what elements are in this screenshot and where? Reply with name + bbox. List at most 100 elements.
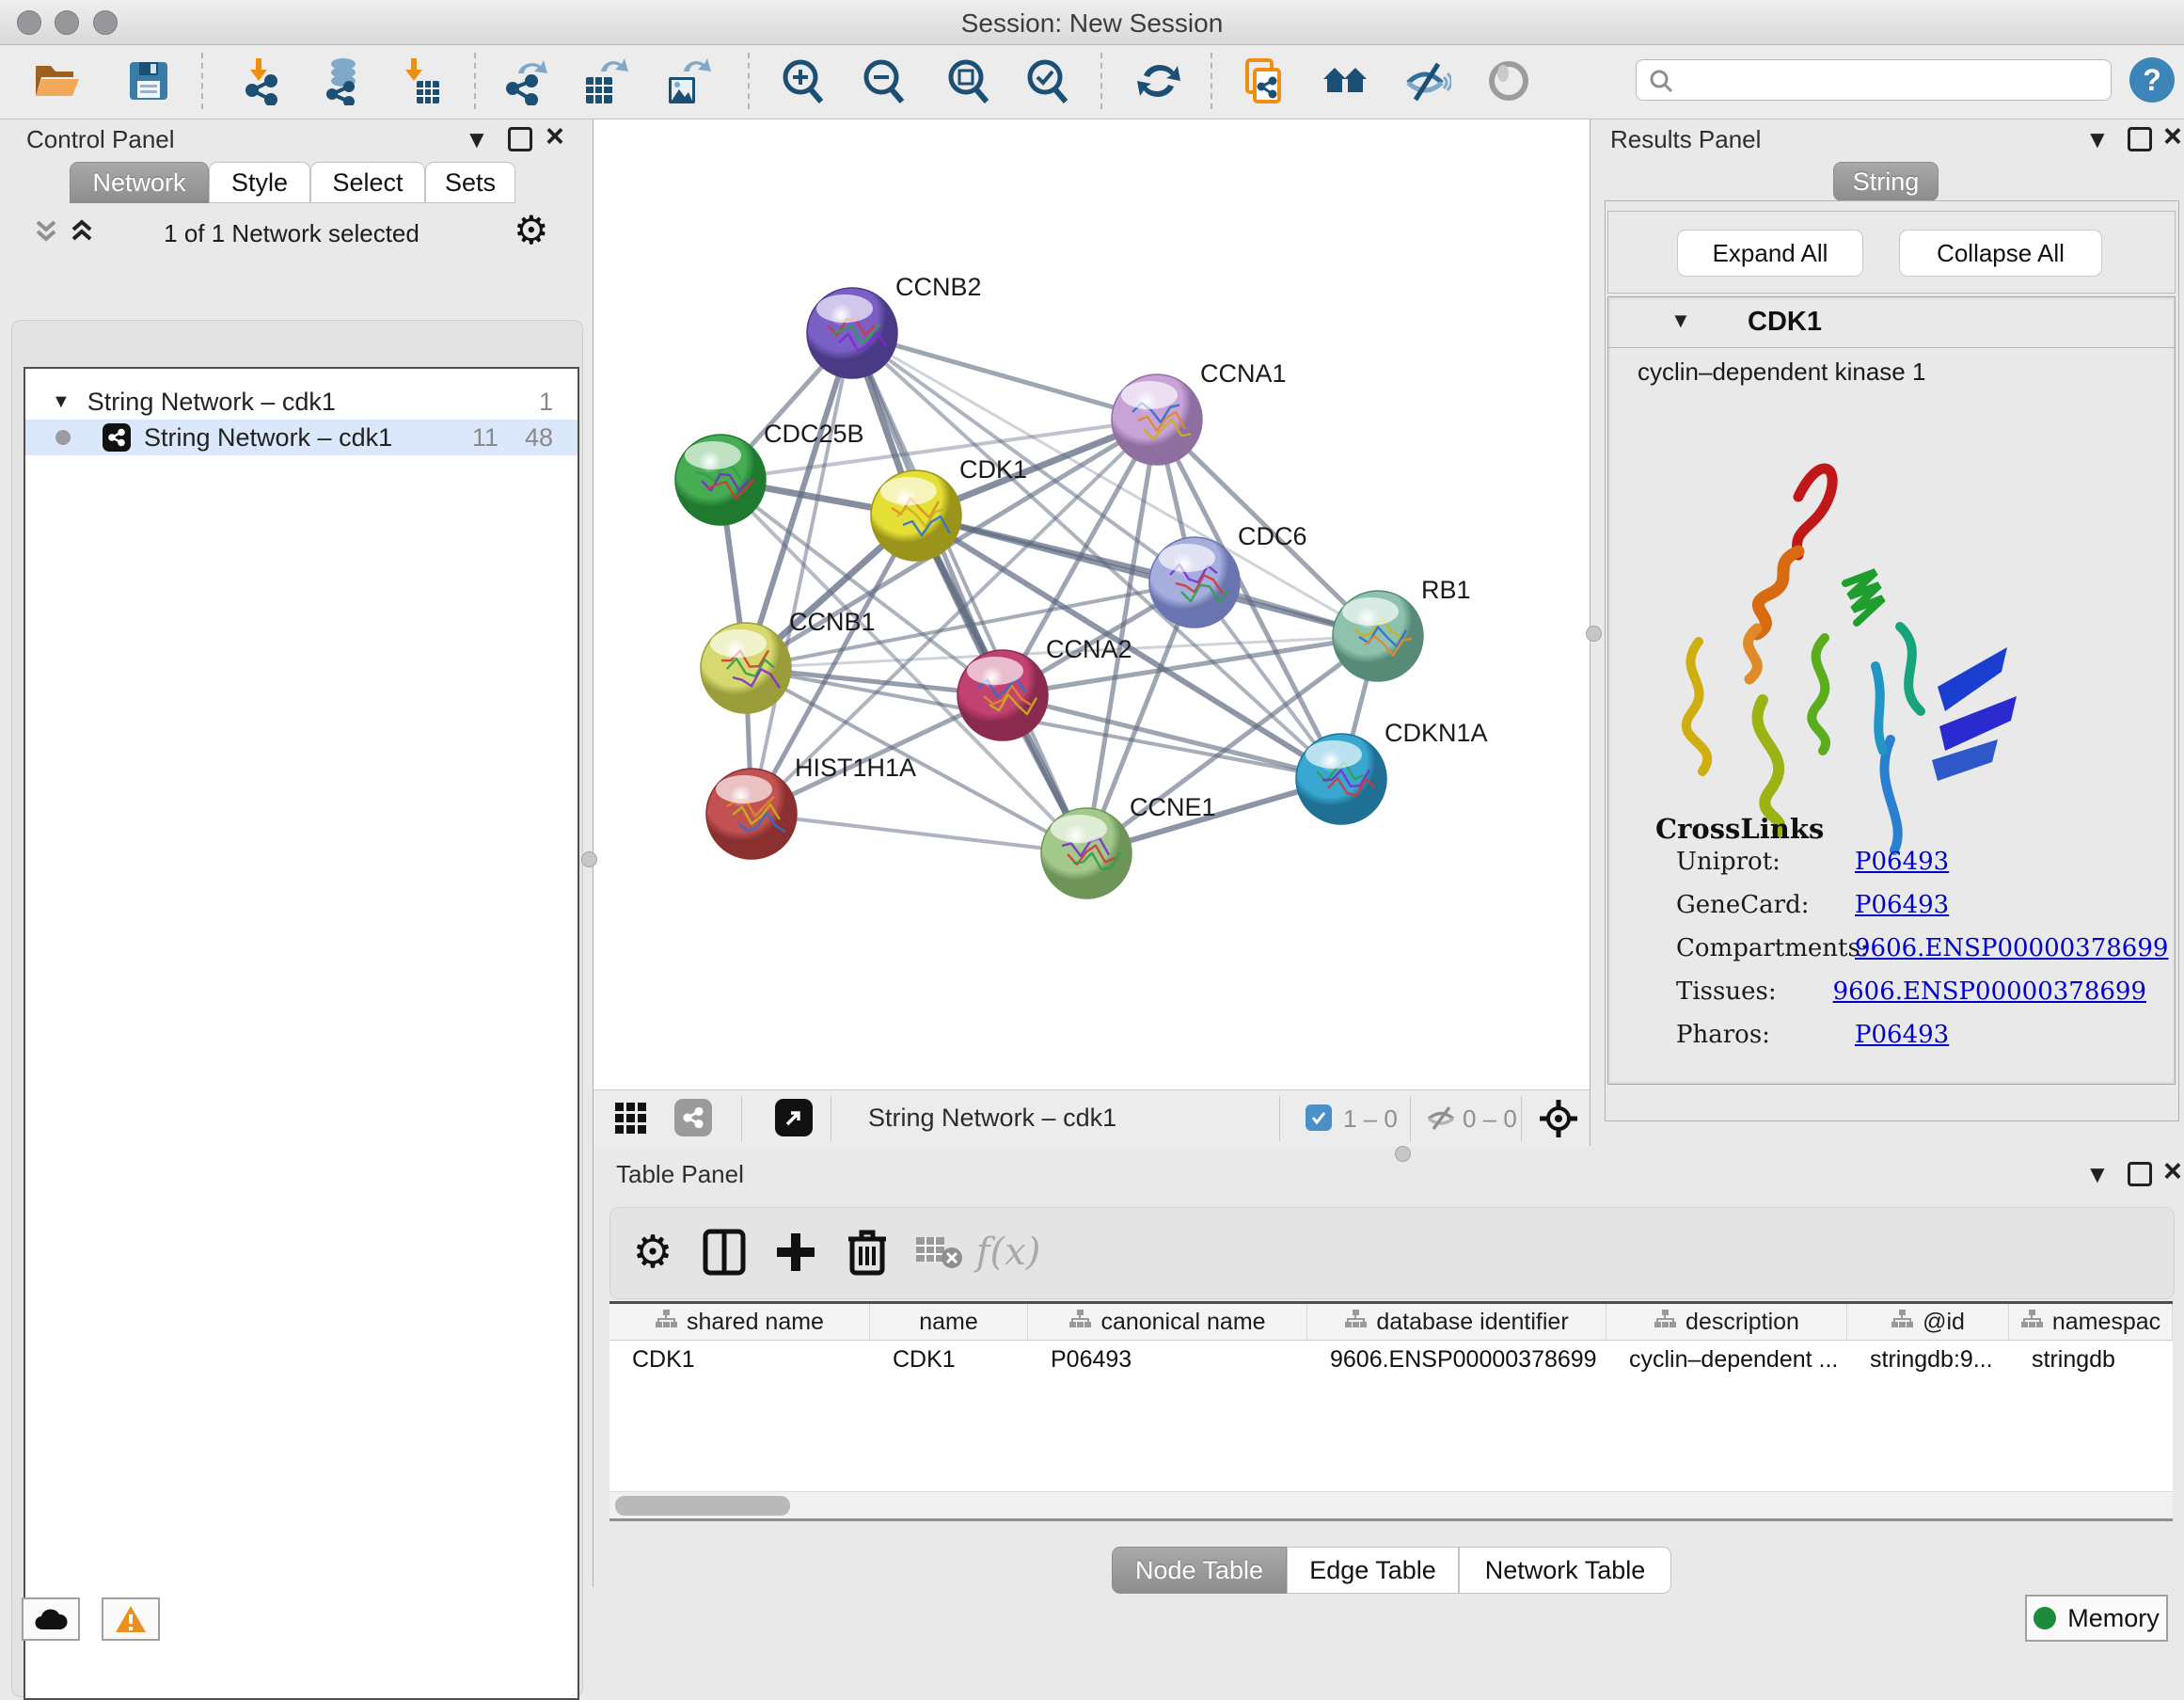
- search-input[interactable]: [1636, 59, 2112, 101]
- control-panel-close-icon[interactable]: ×: [546, 127, 564, 146]
- network-tree-root-row[interactable]: ▼ String Network – cdk1 1: [25, 384, 578, 420]
- results-panel-menu-icon[interactable]: ▼: [2085, 125, 2110, 154]
- warning-status-button[interactable]: [102, 1597, 160, 1641]
- collapse-all-button[interactable]: Collapse All: [1899, 230, 2102, 277]
- open-in-window-icon[interactable]: [775, 1099, 813, 1136]
- network-edge-CCNE1-HIST1H1A[interactable]: [752, 814, 1086, 853]
- tab-edge-table[interactable]: Edge Table: [1287, 1547, 1459, 1594]
- network-node-CCNB1[interactable]: CCNB1: [701, 608, 876, 713]
- zoom-fit-icon[interactable]: [941, 54, 995, 108]
- network-node-CCNA1[interactable]: CCNA1: [1112, 359, 1287, 465]
- apply-layout-icon[interactable]: [1132, 54, 1186, 108]
- grid-view-icon[interactable]: [614, 1102, 648, 1140]
- tab-sets[interactable]: Sets: [425, 162, 515, 203]
- clone-network-icon[interactable]: [1237, 54, 1291, 108]
- tree-expand-icon[interactable]: ▼: [52, 391, 71, 413]
- table-cell[interactable]: CDK1: [870, 1341, 1028, 1378]
- memory-button[interactable]: Memory: [2025, 1595, 2168, 1642]
- open-file-icon[interactable]: [29, 54, 84, 108]
- tab-node-table[interactable]: Node Table: [1112, 1547, 1287, 1594]
- column-header--id[interactable]: @id: [1847, 1304, 2009, 1340]
- network-node-CDKN1A[interactable]: CDKN1A: [1296, 719, 1488, 824]
- cloud-status-button[interactable]: [22, 1597, 80, 1641]
- table-cell[interactable]: CDK1: [609, 1341, 870, 1378]
- import-network-database-icon[interactable]: [316, 54, 371, 108]
- birds-eye-view-icon[interactable]: [1538, 1098, 1579, 1144]
- results-panel-float-icon[interactable]: [2128, 127, 2152, 151]
- network-canvas[interactable]: CCNB2CCNA1CDC25BCDK1CDC6RB1CCNB1CCNA2CDK…: [593, 119, 1590, 1089]
- table-panel-close-icon[interactable]: ×: [2163, 1162, 2182, 1181]
- footer-separator: [1279, 1096, 1280, 1141]
- table-cell[interactable]: 9606.ENSP00000378699: [1307, 1341, 1606, 1378]
- crosslink-link[interactable]: 9606.ENSP00000378699: [1855, 934, 2168, 962]
- column-header-namespac[interactable]: namespac: [2009, 1304, 2173, 1340]
- column-header-shared-name[interactable]: shared name: [609, 1304, 870, 1340]
- table-header-row: shared namenamecanonical namedatabase id…: [609, 1304, 2173, 1341]
- export-table-icon[interactable]: [578, 54, 632, 108]
- column-header-database-identifier[interactable]: database identifier: [1307, 1304, 1606, 1340]
- tab-select[interactable]: Select: [310, 162, 425, 203]
- collapse-all-icon[interactable]: [32, 216, 60, 249]
- crosslink-link[interactable]: 9606.ENSP00000378699: [1833, 977, 2146, 1006]
- tab-style[interactable]: Style: [209, 162, 310, 203]
- network-node-HIST1H1A[interactable]: HIST1H1A: [706, 754, 916, 859]
- import-network-file-icon[interactable]: [238, 54, 293, 108]
- hide-selected-icon[interactable]: [1400, 54, 1454, 108]
- show-home-icon[interactable]: [1319, 54, 1373, 108]
- column-header-canonical-name[interactable]: canonical name: [1028, 1304, 1307, 1340]
- table-panel-float-icon[interactable]: [2128, 1162, 2152, 1186]
- tab-string[interactable]: String: [1833, 162, 1939, 201]
- network-share-icon[interactable]: [674, 1099, 712, 1136]
- help-icon[interactable]: ?: [2129, 57, 2175, 103]
- table-cell[interactable]: P06493: [1028, 1341, 1307, 1378]
- table-cell[interactable]: stringdb: [2009, 1341, 2173, 1378]
- delete-table-icon[interactable]: [909, 1222, 969, 1282]
- scrollbar-thumb[interactable]: [615, 1496, 790, 1516]
- network-edge-CCNB2-HIST1H1A[interactable]: [752, 333, 852, 814]
- network-node-CDK1[interactable]: CDK1: [871, 455, 1027, 561]
- table-panel-menu-icon[interactable]: ▼: [2085, 1160, 2110, 1189]
- tab-network[interactable]: Network: [70, 162, 209, 203]
- table-settings-gear-icon[interactable]: ⚙: [623, 1222, 683, 1282]
- graphics-details-icon[interactable]: [1481, 54, 1536, 108]
- crosslink-link[interactable]: P06493: [1855, 1021, 1949, 1049]
- column-header-name[interactable]: name: [870, 1304, 1028, 1340]
- results-panel-close-icon[interactable]: ×: [2163, 127, 2182, 146]
- column-header-description[interactable]: description: [1606, 1304, 1847, 1340]
- network-options-gear-icon[interactable]: ⚙: [514, 207, 549, 253]
- control-panel-float-icon[interactable]: [508, 127, 532, 151]
- function-builder-icon[interactable]: f(x): [978, 1222, 1038, 1282]
- table-row[interactable]: CDK1CDK1P064939606.ENSP00000378699cyclin…: [609, 1341, 2173, 1378]
- search-icon: [1648, 68, 1674, 99]
- delete-column-icon[interactable]: [837, 1222, 897, 1282]
- table-cell[interactable]: cyclin–dependent ...: [1606, 1341, 1847, 1378]
- export-network-icon[interactable]: [499, 54, 553, 108]
- left-splitter-handle[interactable]: [581, 851, 597, 867]
- crosslink-link[interactable]: P06493: [1855, 891, 1949, 919]
- table-h-scrollbar[interactable]: [609, 1491, 2173, 1519]
- gene-section-header[interactable]: ▼ CDK1: [1608, 297, 2175, 348]
- node-label-CCNB2: CCNB2: [895, 273, 982, 301]
- window-title: Session: New Session: [0, 8, 2184, 39]
- network-node-RB1[interactable]: RB1: [1333, 576, 1471, 681]
- table-cell[interactable]: stringdb:9...: [1847, 1341, 2009, 1378]
- section-collapse-icon[interactable]: ▼: [1670, 309, 1691, 333]
- crosslink-link[interactable]: P06493: [1855, 848, 1949, 876]
- export-image-icon[interactable]: [660, 54, 715, 108]
- add-column-icon[interactable]: [766, 1222, 826, 1282]
- selected-checkbox-icon[interactable]: [1306, 1104, 1332, 1131]
- hidden-eye-icon[interactable]: [1425, 1104, 1457, 1136]
- zoom-selected-icon[interactable]: [1020, 54, 1074, 108]
- show-columns-icon[interactable]: [694, 1222, 754, 1282]
- tab-network-table[interactable]: Network Table: [1459, 1547, 1671, 1594]
- control-panel-menu-icon[interactable]: ▼: [465, 125, 489, 154]
- network-tree-selected-row[interactable]: String Network – cdk1 11 48: [25, 420, 578, 455]
- zoom-out-icon[interactable]: [856, 54, 910, 108]
- expand-all-button[interactable]: Expand All: [1677, 230, 1863, 277]
- import-table-icon[interactable]: [391, 54, 446, 108]
- zoom-in-icon[interactable]: [775, 54, 830, 108]
- node-label-CDK1: CDK1: [959, 455, 1027, 484]
- save-session-icon[interactable]: [121, 54, 176, 108]
- expand-all-icon[interactable]: [68, 216, 96, 249]
- network-view[interactable]: CCNB2CCNA1CDC25BCDK1CDC6RB1CCNB1CCNA2CDK…: [593, 119, 1591, 1146]
